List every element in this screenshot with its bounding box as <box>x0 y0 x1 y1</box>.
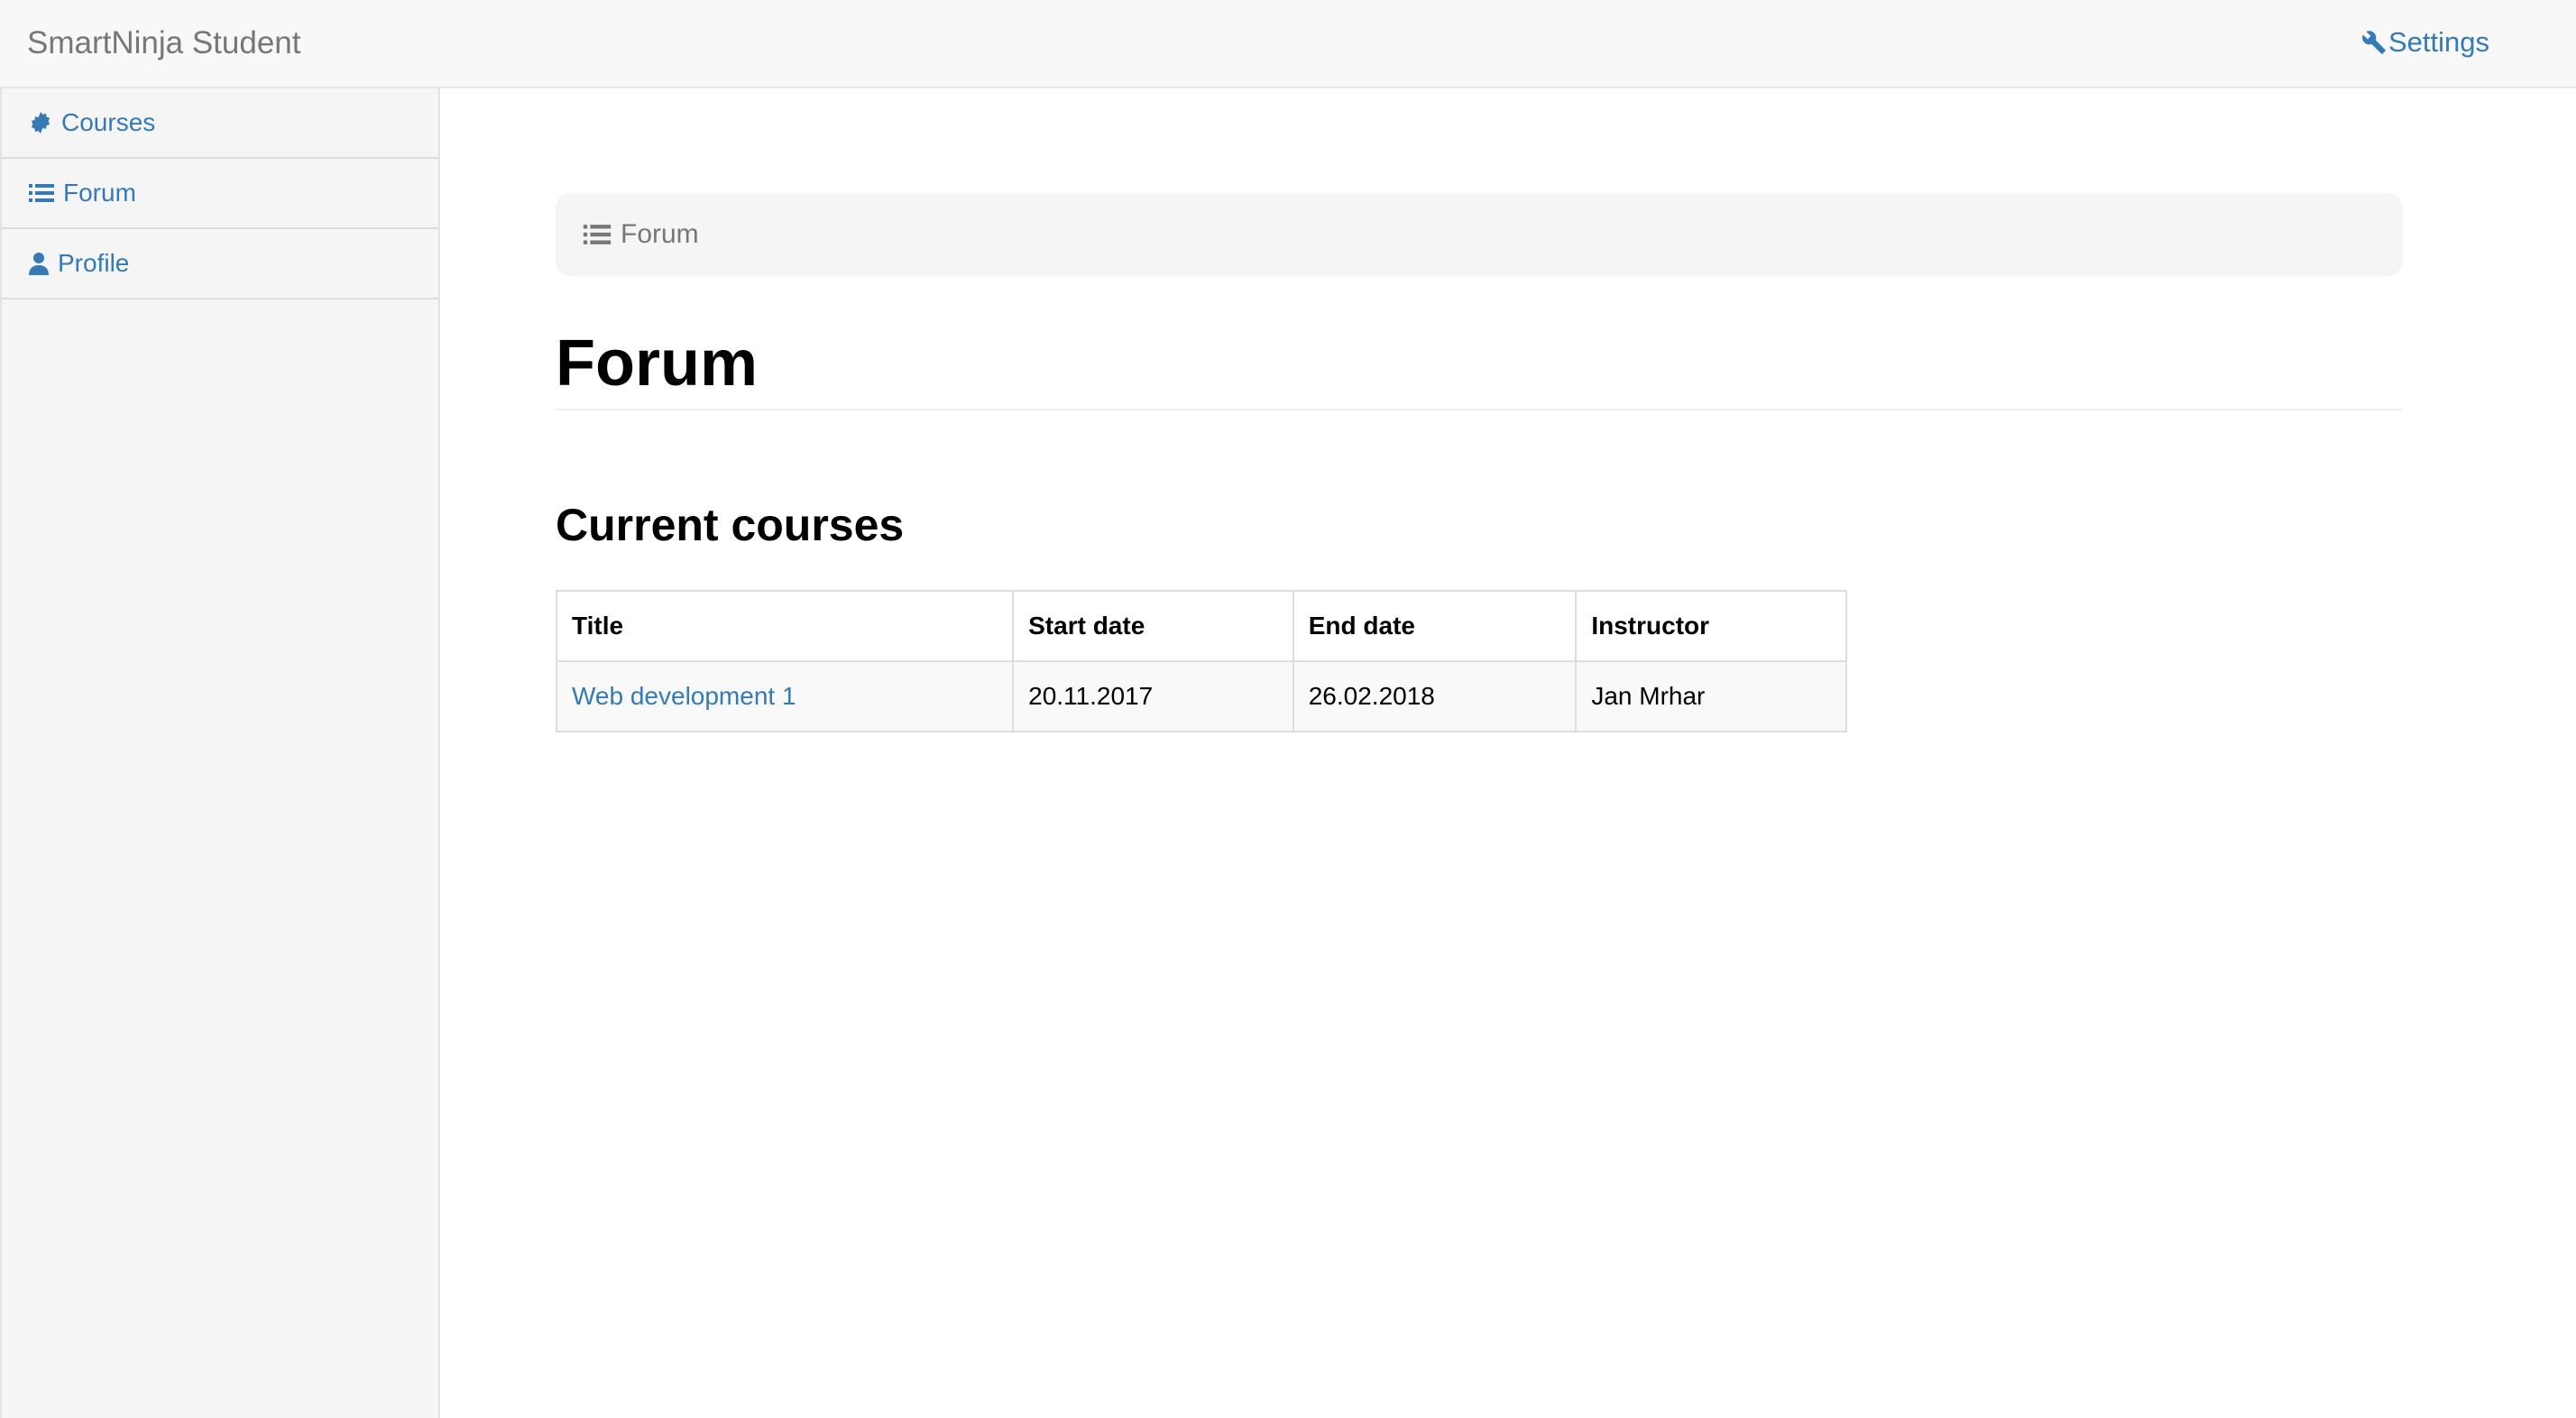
main-content: Forum Forum Current courses Title Start … <box>555 88 2403 733</box>
instructor-cell: Jan Mrhar <box>1575 660 1847 733</box>
course-link[interactable]: Web development 1 <box>572 682 796 710</box>
page-title: Forum <box>556 327 758 400</box>
column-header-end-date: End date <box>1292 590 1578 663</box>
table-header-row: Title Start date End date Instructor <box>555 590 1847 663</box>
brand-title[interactable]: SmartNinja Student <box>27 0 300 87</box>
sidebar-item-courses[interactable]: Courses <box>2 88 438 159</box>
settings-label: Settings <box>2387 26 2489 58</box>
top-navbar: SmartNinja Student Settings <box>0 0 2576 88</box>
breadcrumb-label: Forum <box>621 219 699 249</box>
end-date-cell: 26.02.2018 <box>1292 660 1578 733</box>
section-title: Current courses <box>556 500 905 551</box>
column-header-start-date: Start date <box>1012 590 1294 663</box>
sidebar-item-label: Profile <box>58 249 130 277</box>
sidebar: Courses Forum Profile <box>0 88 440 1418</box>
certificate-icon <box>31 112 51 134</box>
courses-table: Title Start date End date Instructor Web… <box>555 590 1847 733</box>
wrench-icon <box>2362 31 2386 54</box>
sidebar-item-label: Forum <box>63 179 136 207</box>
start-date-cell: 20.11.2017 <box>1012 660 1294 733</box>
list-icon <box>29 184 54 202</box>
sidebar-item-profile[interactable]: Profile <box>2 229 438 299</box>
sidebar-item-label: Courses <box>61 108 156 136</box>
breadcrumb: Forum <box>556 193 2403 276</box>
course-title-cell: Web development 1 <box>555 660 1015 733</box>
user-icon <box>29 253 49 275</box>
page-header: Forum <box>556 327 2403 411</box>
settings-link[interactable]: Settings <box>2361 0 2489 85</box>
sidebar-item-forum[interactable]: Forum <box>2 159 438 229</box>
column-header-title: Title <box>555 590 1015 663</box>
column-header-instructor: Instructor <box>1575 590 1847 663</box>
table-row: Web development 1 20.11.2017 26.02.2018 … <box>555 660 1847 733</box>
list-icon <box>583 225 612 244</box>
